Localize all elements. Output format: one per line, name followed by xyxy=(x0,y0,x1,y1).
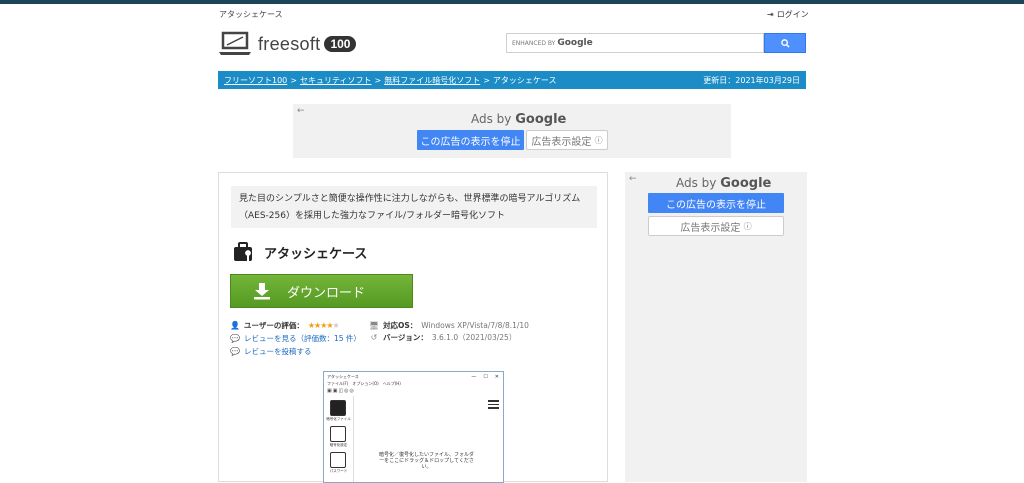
login-link[interactable]: ⇥ ログイン xyxy=(767,9,809,20)
download-icon xyxy=(254,283,270,300)
ads-by-label: Ads by xyxy=(676,176,717,190)
ad-settings-label: 広告表示設定 xyxy=(531,136,592,148)
screenshot-sidebar: 暗号化ファイル 暗号化設定 パスワード xyxy=(324,396,354,482)
screenshot-drop-text: 暗号化／復号化したいファイル、フォルダーをここにドラッグ＆ドロップしてください。 xyxy=(379,452,475,470)
user-rating: 👤 ユーザーの評価： ★★★★★ xyxy=(230,320,340,331)
review-link-row: 💬 レビューを見る（評価数：15 件） xyxy=(230,333,361,344)
breadcrumb-separator: > xyxy=(483,75,490,85)
info-icon: ⓘ xyxy=(594,135,603,145)
app-screenshot[interactable]: アタッシェケース — ☐ ✕ ファイル(F) オプション(O) ヘルプ(H) ▣▣◫… xyxy=(323,371,504,483)
top-accent-bar xyxy=(0,0,1024,4)
ads-by-google: Ads by Google xyxy=(676,176,771,191)
settings-tool-icon xyxy=(330,426,346,442)
search-provider: Google xyxy=(557,38,593,48)
user-icon: 👤 xyxy=(230,321,240,330)
ads-google-label: Google xyxy=(720,176,772,191)
updated-date: 更新日：2021年03月29日 xyxy=(703,75,800,85)
breadcrumb-current: アタッシェケース xyxy=(492,75,557,85)
encrypt-tool-icon xyxy=(330,400,346,416)
search-input[interactable]: ENHANCED BY Google xyxy=(506,33,764,53)
logo-brand: freesoft xyxy=(258,33,321,54)
comment-icon: 💬 xyxy=(230,334,240,343)
ads-google-label: Google xyxy=(515,112,567,127)
close-icon: ✕ xyxy=(494,373,499,380)
ad-stop-button[interactable]: この広告の表示を停止 xyxy=(417,130,524,150)
screenshot-window-title: アタッシェケース xyxy=(327,373,359,379)
review-link[interactable]: レビューを見る（評価数：15 件） xyxy=(244,333,361,344)
laptop-logo-icon xyxy=(219,31,251,55)
os-value: Windows XP/Vista/7/8/8.1/10 xyxy=(421,321,529,330)
screenshot-side-caption: パスワード xyxy=(329,469,348,473)
ad-back-icon[interactable]: ← xyxy=(629,174,637,184)
password-tool-icon xyxy=(330,452,346,468)
download-button[interactable]: ダウンロード xyxy=(230,274,413,308)
version-label: バージョン： xyxy=(383,333,428,342)
user-rating-label: ユーザーの評価： xyxy=(244,321,304,330)
side-ad-unit: ← Ads by Google この広告の表示を停止 広告表示設定 ⓘ xyxy=(625,172,807,482)
search-enhanced-prefix: ENHANCED BY xyxy=(512,39,556,47)
breadcrumb-separator: > xyxy=(374,75,382,85)
software-card: 見た目のシンプルさと簡便な操作性に注力しながらも、世界標準の暗号アルゴリズム（A… xyxy=(218,172,608,483)
login-icon: ⇥ xyxy=(767,10,774,19)
comment-icon: 💬 xyxy=(230,347,240,356)
breadcrumb: フリーソフト100 > セキュリティソフト > 無料ファイル暗号化ソフト > アタッシェケー… xyxy=(218,71,806,89)
login-label: ログイン xyxy=(776,10,809,19)
ads-by-google: Ads by Google xyxy=(471,112,566,127)
search-button[interactable] xyxy=(764,33,806,53)
search-icon xyxy=(780,38,790,48)
breadcrumb-link-encryption[interactable]: 無料ファイル暗号化ソフト xyxy=(384,76,480,85)
screenshot-titlebar: アタッシェケース — ☐ ✕ xyxy=(324,372,503,381)
ad-settings-button[interactable]: 広告表示設定 ⓘ xyxy=(648,216,784,236)
attache-case-app-icon xyxy=(234,242,253,261)
site-logo[interactable]: freesoft 100 xyxy=(218,31,357,57)
screenshot-side-caption: 暗号化設定 xyxy=(329,443,348,447)
window-controls: — ☐ ✕ xyxy=(471,374,503,380)
download-label: ダウンロード xyxy=(287,285,366,301)
supported-os: 🖥 対応OS： Windows XP/Vista/7/8/8.1/10 xyxy=(369,320,529,331)
breadcrumb-separator: > xyxy=(290,75,297,85)
history-icon: ↺ xyxy=(370,333,378,342)
ads-by-label: Ads by xyxy=(471,112,512,126)
software-title-row: アタッシェケース xyxy=(233,242,367,262)
site-header-title: アタッシェケース xyxy=(219,10,283,19)
os-label: 対応OS： xyxy=(383,321,418,330)
logo-number-badge: 100 xyxy=(324,36,357,52)
monitor-icon: 🖥 xyxy=(369,321,380,330)
top-ad-unit: ← Ads by Google この広告の表示を停止 広告表示設定 ⓘ xyxy=(293,104,731,158)
rating-stars: ★★★★★ xyxy=(308,321,340,330)
breadcrumb-link-home[interactable]: フリーソフト100 xyxy=(224,76,287,85)
screenshot-side-caption: 暗号化ファイル xyxy=(326,417,351,421)
maximize-icon: ☐ xyxy=(483,373,488,380)
screenshot-toolbar: ▣▣◫◎◎ xyxy=(327,388,355,394)
hamburger-menu-icon xyxy=(488,400,499,411)
ad-back-icon[interactable]: ← xyxy=(297,106,305,116)
ad-settings-button[interactable]: 広告表示設定 ⓘ xyxy=(526,130,608,150)
version-info: ↺ バージョン： 3.6.1.0（2021/03/25） xyxy=(369,332,517,343)
software-description: 見た目のシンプルさと簡便な操作性に注力しながらも、世界標準の暗号アルゴリズム（A… xyxy=(231,186,597,228)
screenshot-menu: ファイル(F) オプション(O) ヘルプ(H) xyxy=(327,381,401,386)
ad-stop-button[interactable]: この広告の表示を停止 xyxy=(648,193,784,213)
post-review-row: 💬 レビューを投稿する xyxy=(230,346,312,357)
breadcrumb-link-security[interactable]: セキュリティソフト xyxy=(300,76,372,85)
version-value: 3.6.1.0（2021/03/25） xyxy=(431,333,517,342)
software-title: アタッシェケース xyxy=(264,246,368,262)
minimize-icon: — xyxy=(471,373,477,380)
post-review-link[interactable]: レビューを投稿する xyxy=(244,346,312,357)
star-empty-icon: ★ xyxy=(332,321,340,330)
info-icon: ⓘ xyxy=(743,221,752,231)
ad-settings-label: 広告表示設定 xyxy=(680,222,741,234)
breadcrumb-trail: フリーソフト100 > セキュリティソフト > 無料ファイル暗号化ソフト > アタッシェケー… xyxy=(224,75,557,86)
site-search: ENHANCED BY Google xyxy=(506,33,806,53)
